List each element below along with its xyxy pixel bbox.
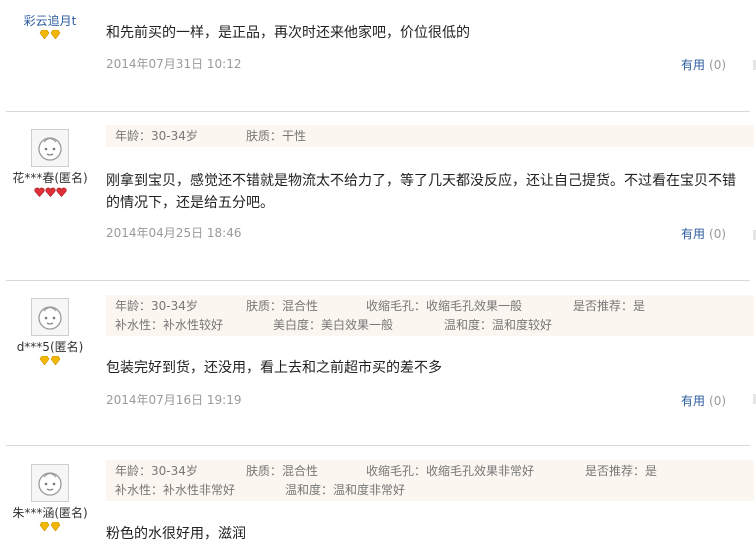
gold-diamond-icon: [39, 356, 50, 365]
attr-pore: 收缩毛孔：收缩毛孔效果非常好: [366, 464, 535, 478]
attr-pore: 收缩毛孔：收缩毛孔效果一般: [366, 299, 523, 313]
attr-recommend: 是否推荐：是: [585, 464, 658, 478]
useful-label[interactable]: 有用: [681, 227, 705, 241]
reviewer-info: 彩云追月t: [0, 10, 100, 41]
red-heart-icon: [55, 187, 67, 197]
reviewer-info: 花***春(匿名): [0, 129, 100, 198]
gold-diamond-icon: [50, 356, 61, 365]
reviewer-info: d***5(匿名): [0, 298, 100, 367]
attr-mildness: 温和度：温和度较好: [444, 318, 553, 332]
attr-skin-type: 肤质：混合性: [246, 464, 319, 478]
review-content: 和先前买的一样，是正品，再次时还来他家吧，价位很低的: [106, 25, 470, 41]
attr-hydration: 补水性：补水性较好: [115, 318, 224, 332]
default-avatar-face-icon[interactable]: [31, 464, 69, 502]
attr-whitening: 美白度：美白效果一般: [273, 318, 394, 332]
useful-count: (0): [709, 227, 727, 241]
review-date: 2014年04月25日 18:46: [106, 226, 242, 240]
useful-count: (0): [709, 58, 727, 72]
review-item: 朱***涵(匿名) 年龄：30-34岁 肤质：混合性 收缩毛孔：收缩毛孔效果非常…: [0, 446, 756, 551]
review-content: 包装完好到货，还没用，看上去和之前超市买的差不多: [106, 360, 442, 376]
useful-button[interactable]: 有用 (0): [681, 225, 726, 242]
review-attributes: 年龄：30-34岁 肤质：混合性 收缩毛孔：收缩毛孔效果一般 是否推荐：是 补水…: [106, 295, 754, 336]
attr-age: 年龄：30-34岁: [115, 464, 198, 478]
review-item: 花***春(匿名) 年龄：30-34岁 肤质：干性 刚拿到宝贝，感觉还不错就是物…: [0, 112, 756, 280]
reviewer-name[interactable]: 朱***涵(匿名): [0, 506, 100, 520]
reviewer-name[interactable]: d***5(匿名): [0, 340, 100, 354]
review-date: 2014年07月31日 10:12: [106, 57, 242, 71]
reviewer-level-medals: [0, 356, 100, 367]
gold-diamond-icon: [50, 30, 61, 39]
gold-diamond-icon: [39, 522, 50, 531]
useful-button[interactable]: 有用 (0): [681, 392, 726, 409]
attr-recommend: 是否推荐：是: [573, 299, 646, 313]
useful-label[interactable]: 有用: [681, 394, 705, 408]
default-avatar-face-icon[interactable]: [31, 298, 69, 336]
review-item: 彩云追月t 和先前买的一样，是正品，再次时还来他家吧，价位很低的 2014年07…: [0, 0, 756, 111]
attr-skin-type: 肤质：干性: [246, 129, 307, 143]
reviewer-level-medals: [0, 30, 100, 41]
red-heart-icon: [33, 187, 45, 197]
attr-mildness: 温和度：温和度非常好: [285, 483, 406, 497]
reviewer-name[interactable]: 彩云追月t: [0, 14, 100, 28]
reviewer-level-medals: [0, 187, 100, 198]
attr-hydration: 补水性：补水性非常好: [115, 483, 236, 497]
review-content: 刚拿到宝贝，感觉还不错就是物流太不给力了，等了几天都没反应，还让自己提货。不过看…: [106, 173, 736, 211]
useful-button[interactable]: 有用 (0): [681, 56, 726, 73]
attr-skin-type: 肤质：混合性: [246, 299, 319, 313]
attr-age: 年龄：30-34岁: [115, 299, 198, 313]
reviewer-info: 朱***涵(匿名): [0, 464, 100, 533]
default-avatar-face-icon[interactable]: [31, 129, 69, 167]
gold-diamond-icon: [50, 522, 61, 531]
review-content: 粉色的水很好用，滋润: [106, 526, 246, 542]
gold-diamond-icon: [39, 30, 50, 39]
reviewer-level-medals: [0, 522, 100, 533]
useful-label[interactable]: 有用: [681, 58, 705, 72]
useful-count: (0): [709, 394, 727, 408]
review-item: d***5(匿名) 年龄：30-34岁 肤质：混合性 收缩毛孔：收缩毛孔效果一般…: [0, 281, 756, 445]
review-date: 2014年07月16日 19:19: [106, 393, 242, 407]
attr-age: 年龄：30-34岁: [115, 129, 198, 143]
red-heart-icon: [44, 187, 56, 197]
review-attributes: 年龄：30-34岁 肤质：混合性 收缩毛孔：收缩毛孔效果非常好 是否推荐：是 补…: [106, 460, 754, 501]
review-attributes: 年龄：30-34岁 肤质：干性: [106, 125, 754, 147]
reviewer-name[interactable]: 花***春(匿名): [0, 171, 100, 185]
